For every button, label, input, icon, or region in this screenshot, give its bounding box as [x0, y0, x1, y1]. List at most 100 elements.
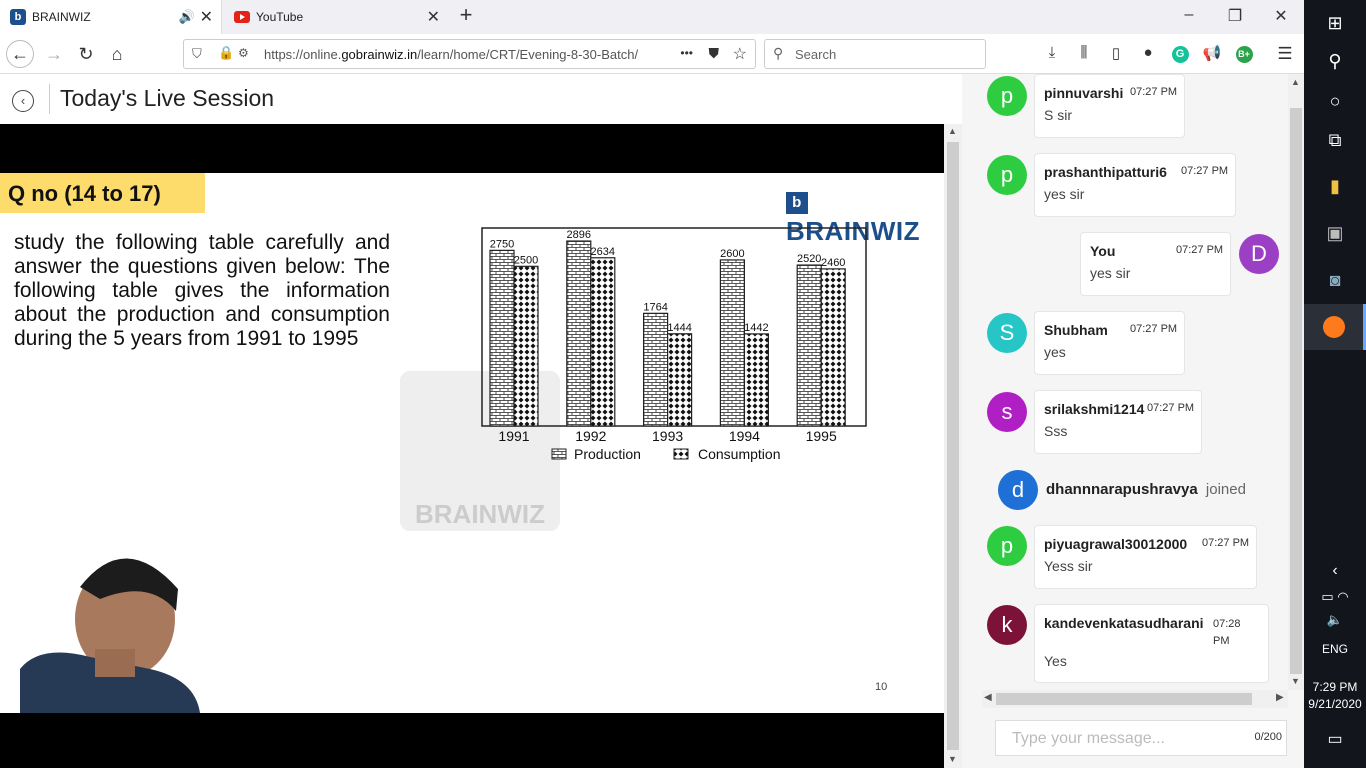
tab-youtube[interactable]: YouTube ✕: [224, 0, 448, 34]
chat-message: piyuagrawal30012000 07:27 PM Yess sir: [1034, 525, 1257, 589]
bar-consumption-1993: [667, 333, 693, 427]
app-icon[interactable]: ▣: [1304, 210, 1366, 256]
message-text: Yes: [1044, 653, 1067, 669]
bar-consumption-1995: [820, 268, 846, 427]
scroll-down-icon[interactable]: ▼: [1291, 676, 1300, 686]
action-center-icon[interactable]: ▭: [1304, 716, 1366, 762]
scroll-left-icon[interactable]: ◀: [984, 692, 992, 703]
chat-horizontal-scrollbar[interactable]: ◀ ▶: [982, 690, 1288, 708]
windows-taskbar: ⊞ ⚲ ○ ⧉ ▮ ▣ ◙ ‹ ▭ ◠ 🔈 ENG 7:29 PM 9/21/2…: [1304, 0, 1366, 768]
close-tab-icon[interactable]: ✕: [427, 7, 440, 27]
tab-bar: b BRAINWIZ 🔊 ✕ YouTube ✕ + – ❐ ✕: [0, 0, 1304, 34]
scroll-up-icon[interactable]: ▲: [1291, 77, 1300, 87]
url-path: /learn/home/CRT/Evening-8-30-Batch/: [417, 46, 639, 62]
message-text: yes: [1044, 344, 1066, 360]
permissions-icon[interactable]: ⚙: [238, 46, 249, 60]
message-text: Yess sir: [1044, 558, 1093, 574]
extension-icon[interactable]: B+: [1235, 46, 1253, 63]
data-label-production-1993: 1764: [643, 301, 667, 313]
bar-chart: 27502500 1991 28962634 1992 17641444 1993 2600…: [481, 227, 867, 462]
forward-icon[interactable]: →: [40, 40, 68, 68]
brand-b-icon: b: [786, 192, 808, 214]
message-time: 07:27 PM: [1147, 402, 1195, 414]
char-counter: 0/200: [1254, 731, 1282, 743]
pocket-icon[interactable]: ⛊: [709, 45, 720, 62]
reload-icon[interactable]: ↻: [72, 40, 100, 68]
message-time: 07:27 PM: [1176, 244, 1224, 256]
bar-consumption-1991: [513, 265, 539, 427]
bar-consumption-1992: [590, 257, 616, 427]
clock-time[interactable]: 7:29 PM: [1304, 680, 1366, 694]
minimize-icon[interactable]: –: [1166, 6, 1212, 24]
search-input[interactable]: ⚲ Search: [764, 39, 986, 69]
input-placeholder: Type your message...: [1012, 730, 1165, 747]
chat-message-list[interactable]: p pinnuvarshi 07:27 PM S sir p prashanth…: [962, 74, 1288, 690]
tab-title: YouTube: [256, 10, 304, 24]
sidebar-icon[interactable]: ▯: [1106, 44, 1126, 64]
session-header: ‹ Today's Live Session: [0, 74, 962, 124]
camera-icon[interactable]: ◙: [1304, 257, 1366, 303]
language-indicator[interactable]: ENG: [1304, 642, 1366, 656]
message-text: yes sir: [1090, 265, 1131, 281]
shield-icon[interactable]: ⛉: [192, 46, 202, 62]
tab-brainwiz[interactable]: b BRAINWIZ 🔊 ✕: [0, 0, 222, 34]
grammarly-icon[interactable]: G: [1171, 46, 1189, 63]
avatar: k: [987, 605, 1027, 645]
megaphone-icon[interactable]: 📢: [1202, 44, 1222, 64]
chat-scrollbar[interactable]: ▲ ▼: [1288, 74, 1304, 690]
chat-message: prashanthipatturi6 07:27 PM yes sir: [1034, 153, 1236, 217]
data-label-production-1992: 2896: [567, 229, 591, 241]
speaker-icon[interactable]: 🔊: [179, 9, 195, 25]
library-icon[interactable]: ⫼: [1074, 44, 1094, 64]
home-icon[interactable]: ⌂: [103, 40, 131, 68]
firefox-icon[interactable]: [1304, 304, 1366, 350]
message-time: 07:27 PM: [1181, 165, 1229, 177]
data-label-consumption-1994: 1442: [744, 322, 768, 334]
close-tab-icon[interactable]: ✕: [200, 7, 213, 27]
menu-icon[interactable]: ☰: [1275, 44, 1295, 64]
message-time: 07:27 PM: [1130, 86, 1178, 98]
scroll-thumb[interactable]: [1290, 108, 1302, 674]
bar-production-1993: [643, 312, 669, 427]
scroll-up-icon[interactable]: ▲: [948, 126, 957, 136]
account-icon[interactable]: ●: [1138, 44, 1158, 64]
bar-production-1994: [719, 259, 745, 427]
message-time: 07:27 PM: [1202, 537, 1250, 549]
avatar: S: [987, 313, 1027, 353]
volume-icon[interactable]: 🔈: [1304, 597, 1366, 643]
scroll-right-icon[interactable]: ▶: [1276, 692, 1284, 703]
restore-icon[interactable]: ❐: [1212, 6, 1258, 26]
search-placeholder: Search: [795, 46, 837, 62]
bar-production-1992: [566, 240, 592, 427]
new-tab-icon[interactable]: +: [454, 2, 478, 28]
tab-title: BRAINWIZ: [32, 10, 91, 24]
downloads-icon[interactable]: ⤓: [1042, 44, 1062, 64]
avatar: p: [987, 526, 1027, 566]
legend-consumption-swatch: [673, 448, 689, 460]
back-icon[interactable]: ←: [6, 40, 34, 68]
page-scrollbar[interactable]: ▲ ▼: [944, 124, 962, 768]
bar-production-1991: [489, 249, 515, 427]
avatar: p: [987, 155, 1027, 195]
close-window-icon[interactable]: ✕: [1258, 6, 1304, 26]
x-tick-label: 1994: [729, 428, 760, 444]
data-label-production-1991: 2750: [490, 238, 514, 250]
legend-production-swatch: [551, 448, 567, 460]
page-actions-icon[interactable]: •••: [680, 46, 693, 60]
scroll-thumb[interactable]: [947, 142, 959, 750]
file-explorer-icon[interactable]: ▮: [1304, 163, 1366, 209]
scroll-thumb[interactable]: [996, 693, 1252, 705]
chat-message-own: You 07:27 PM yes sir: [1080, 232, 1231, 296]
live-video-player[interactable]: BRAINWIZ Q no (14 to 17) bBRAINWIZ study…: [0, 124, 944, 768]
lock-icon[interactable]: 🔒: [218, 45, 234, 61]
bookmark-star-icon[interactable]: ☆: [733, 44, 747, 64]
data-label-consumption-1992: 2634: [591, 246, 615, 258]
scroll-down-icon[interactable]: ▼: [948, 754, 957, 764]
url-bar[interactable]: ⛉ 🔒 ⚙ https://online. gobrainwiz.in/learn…: [183, 39, 756, 69]
legend-production-label: Production: [574, 446, 641, 462]
chat-message-input[interactable]: Type your message... 0/200: [995, 720, 1287, 756]
task-view-icon[interactable]: ⧉: [1304, 117, 1366, 163]
clock-date[interactable]: 9/21/2020: [1304, 697, 1366, 711]
back-arrow-icon[interactable]: ‹: [12, 90, 34, 112]
legend-consumption-label: Consumption: [698, 446, 781, 462]
